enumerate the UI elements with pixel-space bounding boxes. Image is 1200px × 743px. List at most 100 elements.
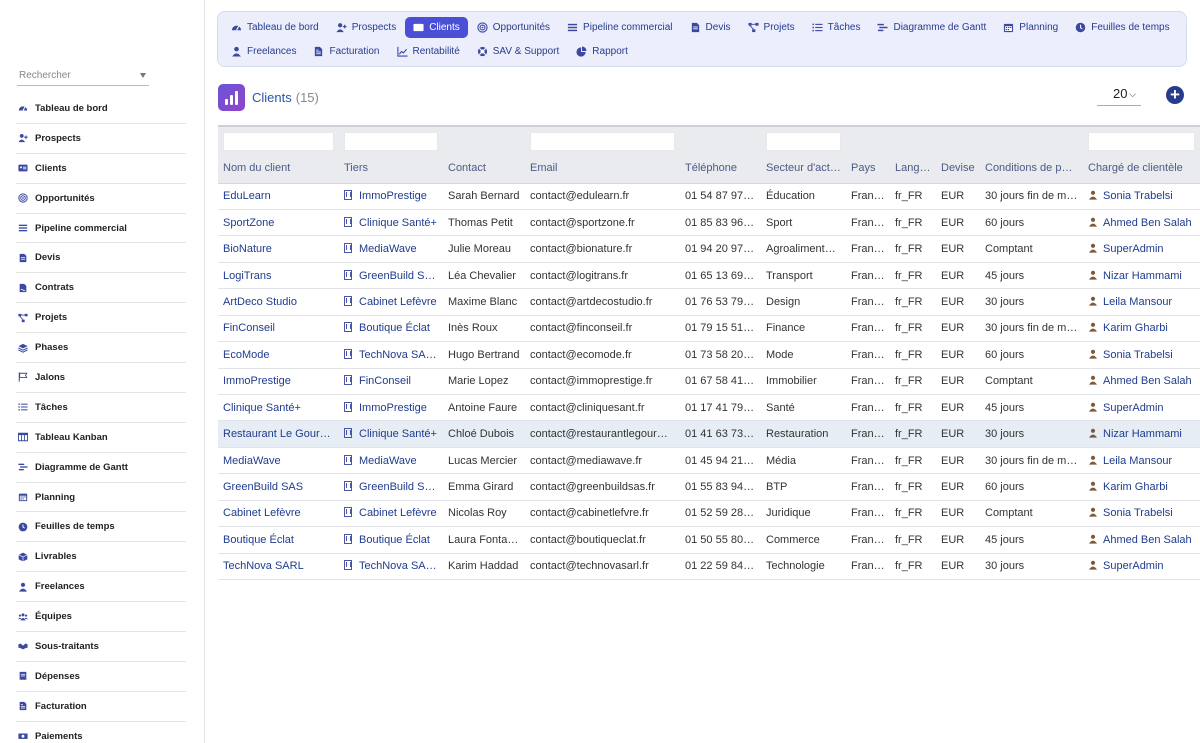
account-manager-cell[interactable]: Sonia Trabelsi [1083, 183, 1200, 210]
add-client-button[interactable]: + [1166, 86, 1184, 104]
tab-rapport[interactable]: Rapport [568, 41, 636, 62]
tiers-cell[interactable]: Clinique Santé+ [339, 209, 443, 237]
tiers-link[interactable]: FinConseil [359, 375, 411, 387]
table-row[interactable]: LogiTrans GreenBuild SAS Léa Chevalier cont… [218, 262, 1200, 290]
account-manager-link[interactable]: SuperAdmin [1103, 402, 1164, 414]
client-name-link[interactable]: Clinique Santé+ [218, 394, 339, 422]
table-row[interactable]: Boutique Éclat Boutique Éclat Laura Fontai… [218, 526, 1200, 554]
table-row[interactable]: GreenBuild SAS GreenBuild SAS Emma Girard c… [218, 473, 1200, 501]
client-name-link[interactable]: Restaurant Le Gourmet [218, 420, 339, 448]
account-manager-cell[interactable]: Leila Mansour [1083, 288, 1200, 316]
table-row[interactable]: MediaWave MediaWave Lucas Mercier contact@m… [218, 447, 1200, 475]
client-name-link[interactable]: BioNature [218, 235, 339, 263]
sidebar-item-paiements[interactable]: Paiements [16, 722, 186, 743]
tiers-link[interactable]: GreenBuild SAS [359, 270, 439, 282]
account-manager-cell[interactable]: Karim Gharbi [1083, 473, 1200, 501]
client-name-link[interactable]: Boutique Éclat [218, 526, 339, 554]
account-manager-link[interactable]: Sonia Trabelsi [1103, 507, 1173, 519]
tiers-cell[interactable]: GreenBuild SAS [339, 473, 443, 501]
tab-tableau-de-bord[interactable]: Tableau de bord [223, 17, 327, 38]
tab-planning[interactable]: Planning [995, 17, 1066, 38]
column-header-charge-de-clientele[interactable]: Chargé de clientèle [1083, 153, 1200, 184]
client-name-link[interactable]: ImmoPrestige [218, 368, 339, 396]
column-header-pays[interactable]: Pays [846, 153, 890, 184]
account-manager-link[interactable]: Nizar Hammami [1103, 270, 1182, 282]
table-row[interactable]: ArtDeco Studio Cabinet Lefèvre Maxime Blan… [218, 288, 1200, 316]
tiers-cell[interactable]: Boutique Éclat [339, 315, 443, 343]
tiers-link[interactable]: Cabinet Lefèvre [359, 296, 437, 308]
account-manager-cell[interactable]: Ahmed Ben Salah [1083, 526, 1200, 554]
table-row[interactable]: EcoMode TechNova SARL Hugo Bertrand contact… [218, 341, 1200, 369]
tab-facturation[interactable]: Facturation [305, 41, 387, 62]
account-manager-link[interactable]: Sonia Trabelsi [1103, 190, 1173, 202]
sidebar-item-projets[interactable]: Projets [16, 303, 186, 334]
tab-projets[interactable]: Projets [740, 17, 803, 38]
sidebar-item-prospects[interactable]: Prospects [16, 124, 186, 154]
tiers-link[interactable]: ImmoPrestige [359, 190, 427, 202]
tiers-cell[interactable]: Boutique Éclat [339, 526, 443, 554]
tab-feuilles-de-temps[interactable]: Feuilles de temps [1067, 17, 1177, 38]
sidebar-item-feuilles-de-temps[interactable]: Feuilles de temps [16, 512, 186, 543]
sidebar-item-contrats[interactable]: Contrats [16, 273, 186, 304]
sidebar-item-tableau-kanban[interactable]: Tableau Kanban [16, 423, 186, 453]
account-manager-link[interactable]: SuperAdmin [1103, 243, 1164, 255]
sidebar-item-tableau-de-bord[interactable]: Tableau de bord [16, 94, 186, 124]
sidebar-item-livrables[interactable]: Livrables [16, 542, 186, 573]
tab-clients[interactable]: Clients [405, 17, 468, 38]
tiers-cell[interactable]: TechNova SARL [339, 341, 443, 369]
account-manager-cell[interactable]: Ahmed Ben Salah [1083, 209, 1200, 237]
tiers-link[interactable]: Boutique Éclat [359, 534, 430, 546]
column-header-langue[interactable]: Langue [890, 153, 936, 184]
account-manager-link[interactable]: Nizar Hammami [1103, 428, 1182, 440]
sidebar-item-devis[interactable]: Devis [16, 243, 186, 274]
table-row[interactable]: BioNature MediaWave Julie Moreau contact@bi… [218, 235, 1200, 263]
sidebar-search-select[interactable]: Rechercher [17, 66, 149, 86]
sidebar-item-diagramme-de-gantt[interactable]: Diagramme de Gantt [16, 453, 186, 483]
filter-manager[interactable] [1088, 132, 1195, 151]
tiers-cell[interactable]: Cabinet Lefèvre [339, 288, 443, 316]
per-page-select[interactable]: 20 ⌵ [1097, 86, 1141, 106]
sidebar-item-phases[interactable]: Phases [16, 333, 186, 364]
sidebar-item-pipeline-commercial[interactable]: Pipeline commercial [16, 214, 186, 244]
account-manager-cell[interactable]: Sonia Trabelsi [1083, 500, 1200, 528]
account-manager-cell[interactable]: Nizar Hammami [1083, 420, 1200, 448]
tab-prospects[interactable]: Prospects [328, 17, 404, 38]
tab-opportunites[interactable]: Opportunités [469, 17, 558, 38]
account-manager-link[interactable]: Ahmed Ben Salah [1103, 375, 1192, 387]
sidebar-item-equipes[interactable]: Équipes [16, 602, 186, 633]
tiers-link[interactable]: MediaWave [359, 243, 417, 255]
tiers-cell[interactable]: Cabinet Lefèvre [339, 500, 443, 528]
tab-diagramme-de-gantt[interactable]: Diagramme de Gantt [869, 17, 994, 38]
client-name-link[interactable]: EcoMode [218, 341, 339, 369]
table-row[interactable]: TechNova SARL TechNova SARL Karim Haddad co… [218, 553, 1200, 581]
tiers-link[interactable]: TechNova SARL [359, 349, 440, 361]
account-manager-link[interactable]: Ahmed Ben Salah [1103, 534, 1192, 546]
tiers-link[interactable]: Boutique Éclat [359, 322, 430, 334]
table-row[interactable]: Restaurant Le Gourmet Clinique Santé+ Chlo… [218, 420, 1200, 448]
account-manager-cell[interactable]: SuperAdmin [1083, 394, 1200, 422]
column-header-devise[interactable]: Devise [936, 153, 980, 184]
tiers-link[interactable]: ImmoPrestige [359, 402, 427, 414]
tiers-cell[interactable]: MediaWave [339, 447, 443, 475]
tiers-link[interactable]: TechNova SARL [359, 560, 440, 572]
column-header-conditions-de-paiement[interactable]: Conditions de paiement [980, 153, 1083, 184]
filter-client-name[interactable] [223, 132, 334, 151]
client-name-link[interactable]: MediaWave [218, 447, 339, 475]
tiers-cell[interactable]: TechNova SARL [339, 553, 443, 581]
filter-email[interactable] [530, 132, 675, 151]
account-manager-link[interactable]: SuperAdmin [1103, 560, 1164, 572]
table-row[interactable]: SportZone Clinique Santé+ Thomas Petit cont… [218, 209, 1200, 237]
tab-taches[interactable]: Tâches [804, 17, 869, 38]
client-name-link[interactable]: Cabinet Lefèvre [218, 500, 339, 528]
filter-tiers[interactable] [344, 132, 438, 151]
column-header-email[interactable]: Email [525, 153, 680, 184]
filter-sector[interactable] [766, 132, 841, 151]
account-manager-cell[interactable]: Leila Mansour [1083, 447, 1200, 475]
table-row[interactable]: ImmoPrestige FinConseil Marie Lopez contact… [218, 368, 1200, 396]
table-row[interactable]: FinConseil Boutique Éclat Inès Roux contact… [218, 315, 1200, 343]
account-manager-cell[interactable]: Nizar Hammami [1083, 262, 1200, 290]
tiers-cell[interactable]: FinConseil [339, 368, 443, 396]
column-header-contact[interactable]: Contact [443, 153, 525, 184]
tiers-cell[interactable]: GreenBuild SAS [339, 262, 443, 290]
tiers-cell[interactable]: ImmoPrestige [339, 183, 443, 210]
